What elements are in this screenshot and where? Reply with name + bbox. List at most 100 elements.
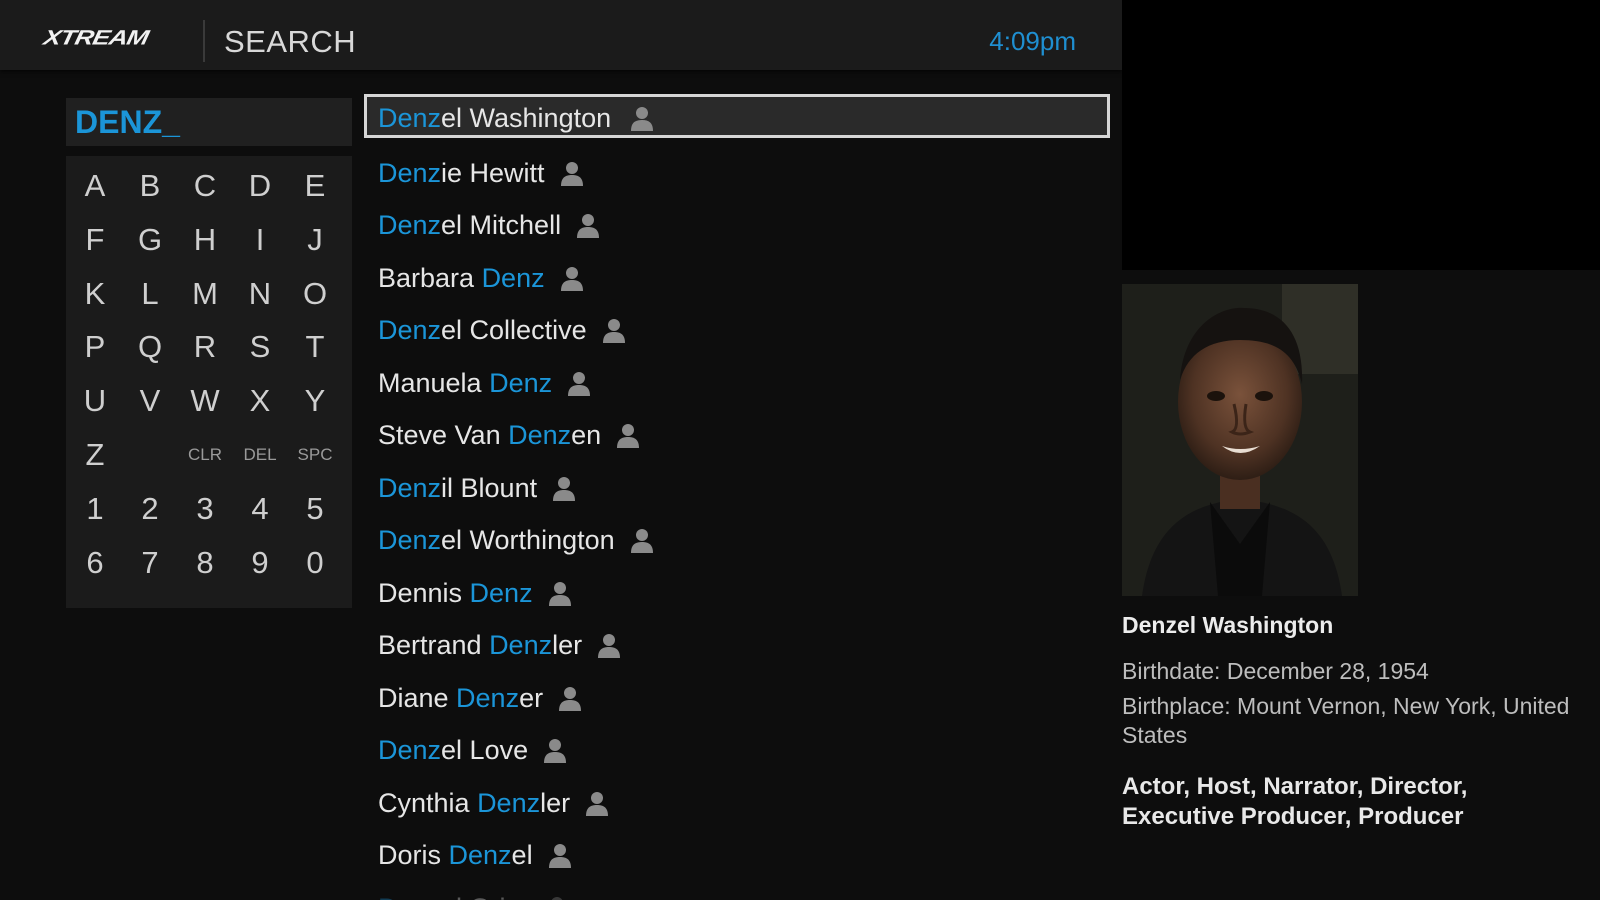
key-clr[interactable]: CLR <box>177 430 233 480</box>
result-text-match: Denz <box>378 103 442 133</box>
result-row[interactable]: Steve Van Denzen <box>364 409 1110 462</box>
result-text-pre: Cynthia <box>378 787 478 818</box>
person-icon <box>566 361 592 396</box>
key-6[interactable]: 6 <box>67 538 123 588</box>
key-8[interactable]: 8 <box>177 538 233 588</box>
result-text-match: Denz <box>477 787 541 818</box>
person-icon <box>629 101 655 131</box>
result-text-match: Denz <box>489 367 553 398</box>
result-text-match: Denz <box>456 682 520 713</box>
key-x[interactable]: X <box>232 376 288 426</box>
result-text-match: Denz <box>508 420 572 450</box>
result-row[interactable]: Denzel Mitchell <box>364 199 1110 252</box>
result-text-match: Denz <box>378 893 441 900</box>
result-row[interactable]: Denzel Washington <box>364 94 1110 138</box>
key-i[interactable]: I <box>232 215 288 265</box>
result-text-post: ler <box>552 630 583 660</box>
result-row[interactable]: Cynthia Denzler <box>364 777 1110 830</box>
key-c[interactable]: C <box>177 161 233 211</box>
result-text-match: Denz <box>378 210 442 240</box>
result-text-match: Denz <box>448 840 512 870</box>
on-screen-keyboard: A B C D E F G H I J K L M N O P Q R S T U V W X Y Z CLR DEL SPC 1 2 3 4 5… <box>66 156 352 608</box>
app-logo: Xtream <box>41 25 151 50</box>
key-j[interactable]: J <box>287 215 343 265</box>
header-divider <box>203 20 205 62</box>
person-icon <box>559 256 585 291</box>
key-2[interactable]: 2 <box>122 484 178 534</box>
key-z[interactable]: Z <box>67 430 123 480</box>
portrait-image <box>1122 284 1358 596</box>
result-text-post: el Worthington <box>441 525 615 555</box>
person-icon <box>544 886 570 900</box>
result-row[interactable]: Denzel Love <box>364 724 1110 777</box>
key-0[interactable]: 0 <box>287 538 343 588</box>
key-r[interactable]: R <box>177 322 233 372</box>
key-a[interactable]: A <box>67 161 123 211</box>
result-text-post: el <box>511 840 533 870</box>
key-k[interactable]: K <box>67 269 123 319</box>
result-text-post: ie Hewitt <box>441 157 545 188</box>
key-p[interactable]: P <box>67 322 123 372</box>
key-5[interactable]: 5 <box>287 484 343 534</box>
key-s[interactable]: S <box>232 322 288 372</box>
result-row[interactable]: Manuela Denz <box>364 357 1110 410</box>
result-text-pre: Dennis <box>378 577 470 608</box>
key-g[interactable]: G <box>122 215 178 265</box>
key-spc[interactable]: SPC <box>287 430 343 480</box>
result-row[interactable]: Denzel Collective <box>364 304 1110 357</box>
result-text-pre: Bertrand <box>378 630 490 660</box>
result-row[interactable]: Denzil Blount <box>364 462 1110 515</box>
result-row[interactable]: Bertrand Denzler <box>364 619 1110 672</box>
result-text-pre: Diane <box>378 682 457 713</box>
key-u[interactable]: U <box>67 376 123 426</box>
key-f[interactable]: F <box>67 215 123 265</box>
key-m[interactable]: M <box>177 269 233 319</box>
result-row[interactable]: Diane Denzer <box>364 672 1110 725</box>
result-text-match: Denz <box>489 630 553 660</box>
person-icon <box>557 676 583 711</box>
result-row[interactable]: Denzel Worthington <box>364 514 1110 567</box>
key-d[interactable]: D <box>232 161 288 211</box>
result-text-match: Denz <box>481 262 545 293</box>
person-icon <box>542 728 568 763</box>
key-3[interactable]: 3 <box>177 484 233 534</box>
result-row[interactable]: Barbara Denz <box>364 252 1110 305</box>
key-del[interactable]: DEL <box>232 430 288 480</box>
result-text-match: Denz <box>378 472 442 503</box>
result-row[interactable]: Doris Denzel <box>364 829 1110 882</box>
key-4[interactable]: 4 <box>232 484 288 534</box>
result-row[interactable]: Denzel Grier <box>364 882 1110 900</box>
key-h[interactable]: H <box>177 215 233 265</box>
key-9[interactable]: 9 <box>232 538 288 588</box>
key-o[interactable]: O <box>287 269 343 319</box>
key-w[interactable]: W <box>177 376 233 426</box>
key-n[interactable]: N <box>232 269 288 319</box>
person-icon <box>615 413 641 448</box>
key-t[interactable]: T <box>287 322 343 372</box>
result-row[interactable]: Denzie Hewitt <box>364 147 1110 200</box>
person-icon <box>547 571 573 606</box>
key-e[interactable]: E <box>287 161 343 211</box>
result-row[interactable]: Dennis Denz <box>364 567 1110 620</box>
person-icon <box>629 518 655 553</box>
person-icon <box>551 466 577 501</box>
clock: 4:09pm <box>989 26 1076 56</box>
key-7[interactable]: 7 <box>122 538 178 588</box>
key-y[interactable]: Y <box>287 376 343 426</box>
search-input[interactable]: DENZ_ <box>66 98 352 146</box>
result-text-post: el Washington <box>441 103 612 133</box>
person-icon <box>601 308 627 343</box>
result-text-pre: Doris <box>378 840 449 870</box>
result-text-match: Denz <box>469 577 533 608</box>
results-list: Denzel Washington Denzie Hewitt Denzel Mit… <box>364 94 1110 900</box>
person-icon <box>584 781 610 816</box>
key-1[interactable]: 1 <box>67 484 123 534</box>
app-header: Xtream SEARCH 4:09pm <box>0 0 1122 70</box>
key-b[interactable]: B <box>122 161 178 211</box>
person-icon <box>547 833 573 868</box>
key-l[interactable]: L <box>122 269 178 319</box>
key-q[interactable]: Q <box>122 322 178 372</box>
page-title: SEARCH <box>224 24 357 59</box>
key-v[interactable]: V <box>122 376 178 426</box>
person-photo <box>1122 284 1358 596</box>
